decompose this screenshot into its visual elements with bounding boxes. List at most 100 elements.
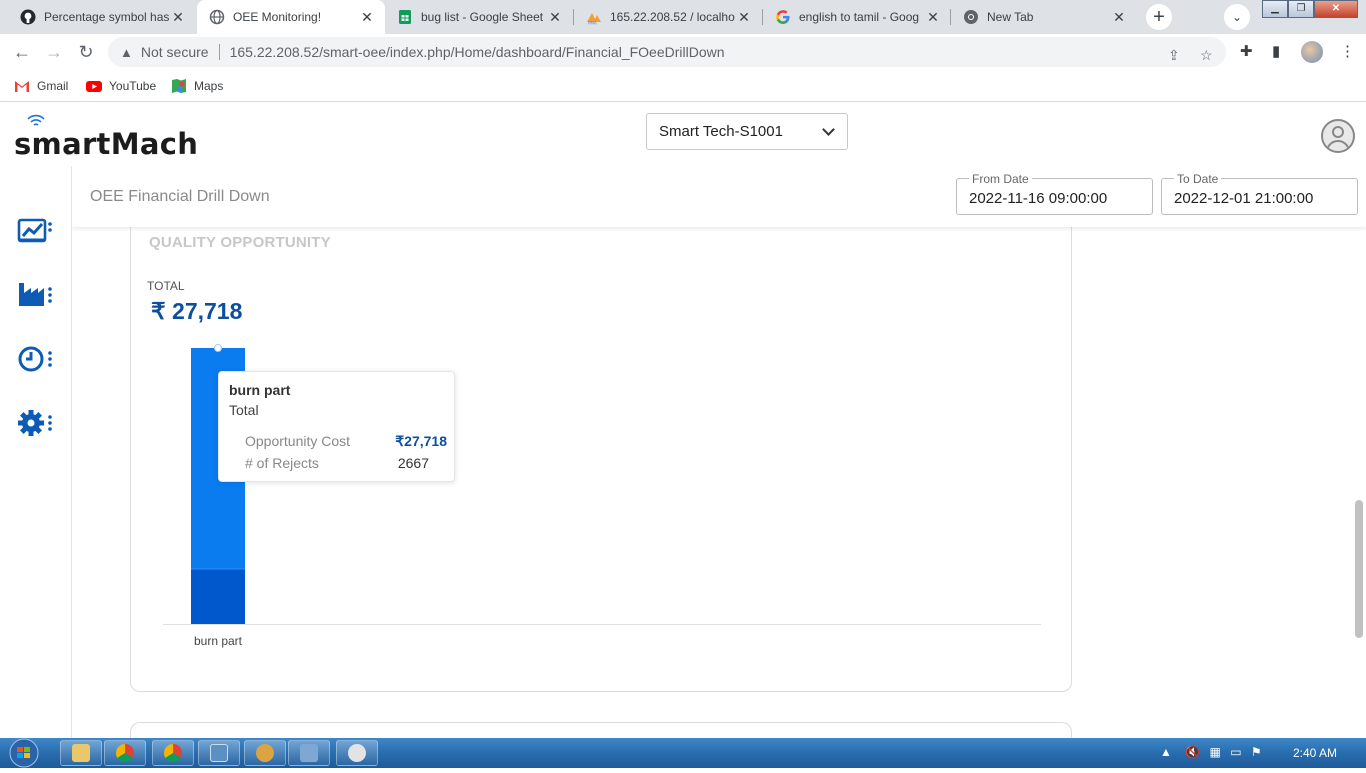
maximize-button[interactable]: ❐ xyxy=(1288,0,1314,18)
menu-kebab-icon[interactable]: ⋮ xyxy=(1340,42,1355,60)
tab-label: OEE Monitoring! xyxy=(233,10,322,24)
tooltip-key: # of Rejects xyxy=(245,455,319,471)
system-tray: ▲ 🔇 ▦ ▭ ⚑ xyxy=(1160,745,1262,759)
chrome-icon xyxy=(164,744,182,762)
tab-bug-list[interactable]: bug list - Google Sheet ✕ xyxy=(385,0,573,34)
taskbar-app-5[interactable] xyxy=(288,740,330,766)
reload-button[interactable]: ↻ xyxy=(74,40,98,64)
bookmark-maps[interactable]: Maps xyxy=(171,76,223,96)
tooltip-key: Opportunity Cost xyxy=(245,433,351,449)
quality-opportunity-card: QUALITY OPPORTUNITY TOTAL ₹ 27,718 burn … xyxy=(130,210,1072,692)
sidebar-item-timeline[interactable] xyxy=(17,344,57,374)
flag-icon[interactable]: ⚑ xyxy=(1251,745,1262,759)
url-text: 165.22.208.52/smart-oee/index.php/Home/d… xyxy=(229,44,725,60)
taskbar-snipping[interactable] xyxy=(198,740,240,766)
share-icon[interactable]: ⇪ xyxy=(1168,47,1180,64)
sidebar xyxy=(0,166,72,738)
paint-icon xyxy=(348,744,366,762)
bookmark-label: YouTube xyxy=(109,79,157,93)
new-tab-button[interactable]: + xyxy=(1146,4,1172,30)
close-icon[interactable]: ✕ xyxy=(359,9,375,26)
taskbar-chrome-1[interactable] xyxy=(104,740,146,766)
maps-icon xyxy=(171,79,187,93)
network-icon[interactable]: ▦ xyxy=(1210,745,1221,759)
close-icon[interactable]: ✕ xyxy=(925,9,941,26)
from-date-value: 2022-11-16 09:00:00 xyxy=(969,190,1108,207)
user-profile-icon[interactable] xyxy=(1321,119,1355,153)
clock-icon xyxy=(18,346,52,372)
tab-google-translate[interactable]: english to tamil - Goog ✕ xyxy=(763,0,951,34)
chrome-icon xyxy=(963,9,979,25)
start-button[interactable] xyxy=(6,738,42,768)
close-icon[interactable]: ✕ xyxy=(170,9,186,26)
profile-avatar[interactable] xyxy=(1301,41,1323,63)
bar-segment[interactable] xyxy=(191,568,245,624)
tooltip-subtitle: Total xyxy=(229,402,259,418)
factory-icon xyxy=(19,283,52,306)
window-icon xyxy=(300,744,318,762)
windows-taskbar: ▲ 🔇 ▦ ▭ ⚑ 2:40 AM xyxy=(0,738,1366,768)
bookmark-gmail[interactable]: Gmail xyxy=(14,76,68,96)
display-icon[interactable]: ▭ xyxy=(1230,745,1241,759)
tab-github[interactable]: Percentage symbol has ✕ xyxy=(8,0,196,34)
chart-icon xyxy=(17,218,52,243)
sidebar-item-dashboard[interactable] xyxy=(17,216,57,246)
taskbar-chrome-2[interactable] xyxy=(152,740,194,766)
logo-text: smartMach xyxy=(14,127,199,161)
sidebar-item-settings[interactable] xyxy=(17,408,57,438)
browser-tab-strip: Percentage symbol has ✕ OEE Monitoring! … xyxy=(0,0,1366,34)
chart-tooltip: burn part Total Opportunity Cost ₹27,718… xyxy=(218,371,455,482)
extensions-icon[interactable]: ✚ xyxy=(1240,42,1253,60)
chevron-down-icon: ⌄ xyxy=(1231,10,1243,24)
wifi-icon xyxy=(27,114,45,126)
security-status: Not secure xyxy=(140,44,209,60)
arrow-right-icon: → xyxy=(45,41,63,62)
taskbar-paint[interactable] xyxy=(336,740,378,766)
tab-search-button[interactable]: ⌄ xyxy=(1224,4,1250,30)
side-panel-icon[interactable]: ▮ xyxy=(1272,42,1280,60)
taskbar-explorer[interactable] xyxy=(60,740,102,766)
youtube-icon xyxy=(86,79,102,93)
tray-expand-icon[interactable]: ▲ xyxy=(1160,745,1172,759)
volume-muted-icon[interactable]: 🔇 xyxy=(1185,745,1200,759)
page-scrollbar[interactable] xyxy=(1355,500,1363,638)
sidebar-item-production[interactable] xyxy=(17,280,57,310)
plus-icon: + xyxy=(1153,5,1165,28)
tab-new-tab[interactable]: New Tab ✕ xyxy=(951,0,1137,34)
close-icon[interactable]: ✕ xyxy=(547,9,563,26)
taskbar-app-4[interactable] xyxy=(244,740,286,766)
close-icon[interactable]: ✕ xyxy=(1111,9,1127,26)
tab-label: 165.22.208.52 / localho xyxy=(610,10,735,24)
minimize-button[interactable]: ▁ xyxy=(1262,0,1288,18)
bookmark-label: Maps xyxy=(194,79,224,93)
from-date-field[interactable]: From Date 2022-11-16 09:00:00 xyxy=(956,172,1153,215)
app-icon xyxy=(256,744,274,762)
main-content: OEE Financial Drill Down From Date 2022-… xyxy=(72,166,1366,738)
windows-logo-icon xyxy=(9,738,39,768)
chrome-icon xyxy=(116,744,134,762)
tab-oee-monitoring[interactable]: OEE Monitoring! ✕ xyxy=(197,0,385,34)
page-title: OEE Financial Drill Down xyxy=(90,188,270,205)
back-button[interactable]: ← xyxy=(10,40,34,64)
close-icon[interactable]: ✕ xyxy=(736,9,752,26)
forward-button[interactable]: → xyxy=(42,40,66,64)
google-icon xyxy=(775,9,791,25)
to-date-field[interactable]: To Date 2022-12-01 21:00:00 xyxy=(1161,172,1358,215)
folder-icon xyxy=(72,744,90,762)
window-close-button[interactable]: ✕ xyxy=(1314,0,1358,18)
github-icon xyxy=(20,9,36,25)
svg-text:PMA: PMA xyxy=(588,21,597,26)
browser-toolbar: ← → ↻ ▲ Not secure 165.22.208.52/smart-o… xyxy=(0,34,1366,70)
tooltip-title: burn part xyxy=(229,382,291,398)
plant-select[interactable]: Smart Tech-S1001 xyxy=(646,113,848,150)
address-bar[interactable]: ▲ Not secure 165.22.208.52/smart-oee/ind… xyxy=(108,37,1226,67)
tab-label: Percentage symbol has xyxy=(44,10,170,24)
bookmark-star-icon[interactable]: ☆ xyxy=(1200,47,1213,64)
bookmark-youtube[interactable]: YouTube xyxy=(86,76,156,96)
taskbar-clock[interactable]: 2:40 AM xyxy=(1293,746,1337,760)
to-date-value: 2022-12-01 21:00:00 xyxy=(1174,190,1314,207)
window-controls: ▁ ❐ ✕ xyxy=(1262,0,1358,18)
tab-phpmyadmin[interactable]: PMA 165.22.208.52 / localho ✕ xyxy=(574,0,762,34)
from-date-label: From Date xyxy=(969,172,1032,186)
chevron-down-icon xyxy=(822,123,835,136)
